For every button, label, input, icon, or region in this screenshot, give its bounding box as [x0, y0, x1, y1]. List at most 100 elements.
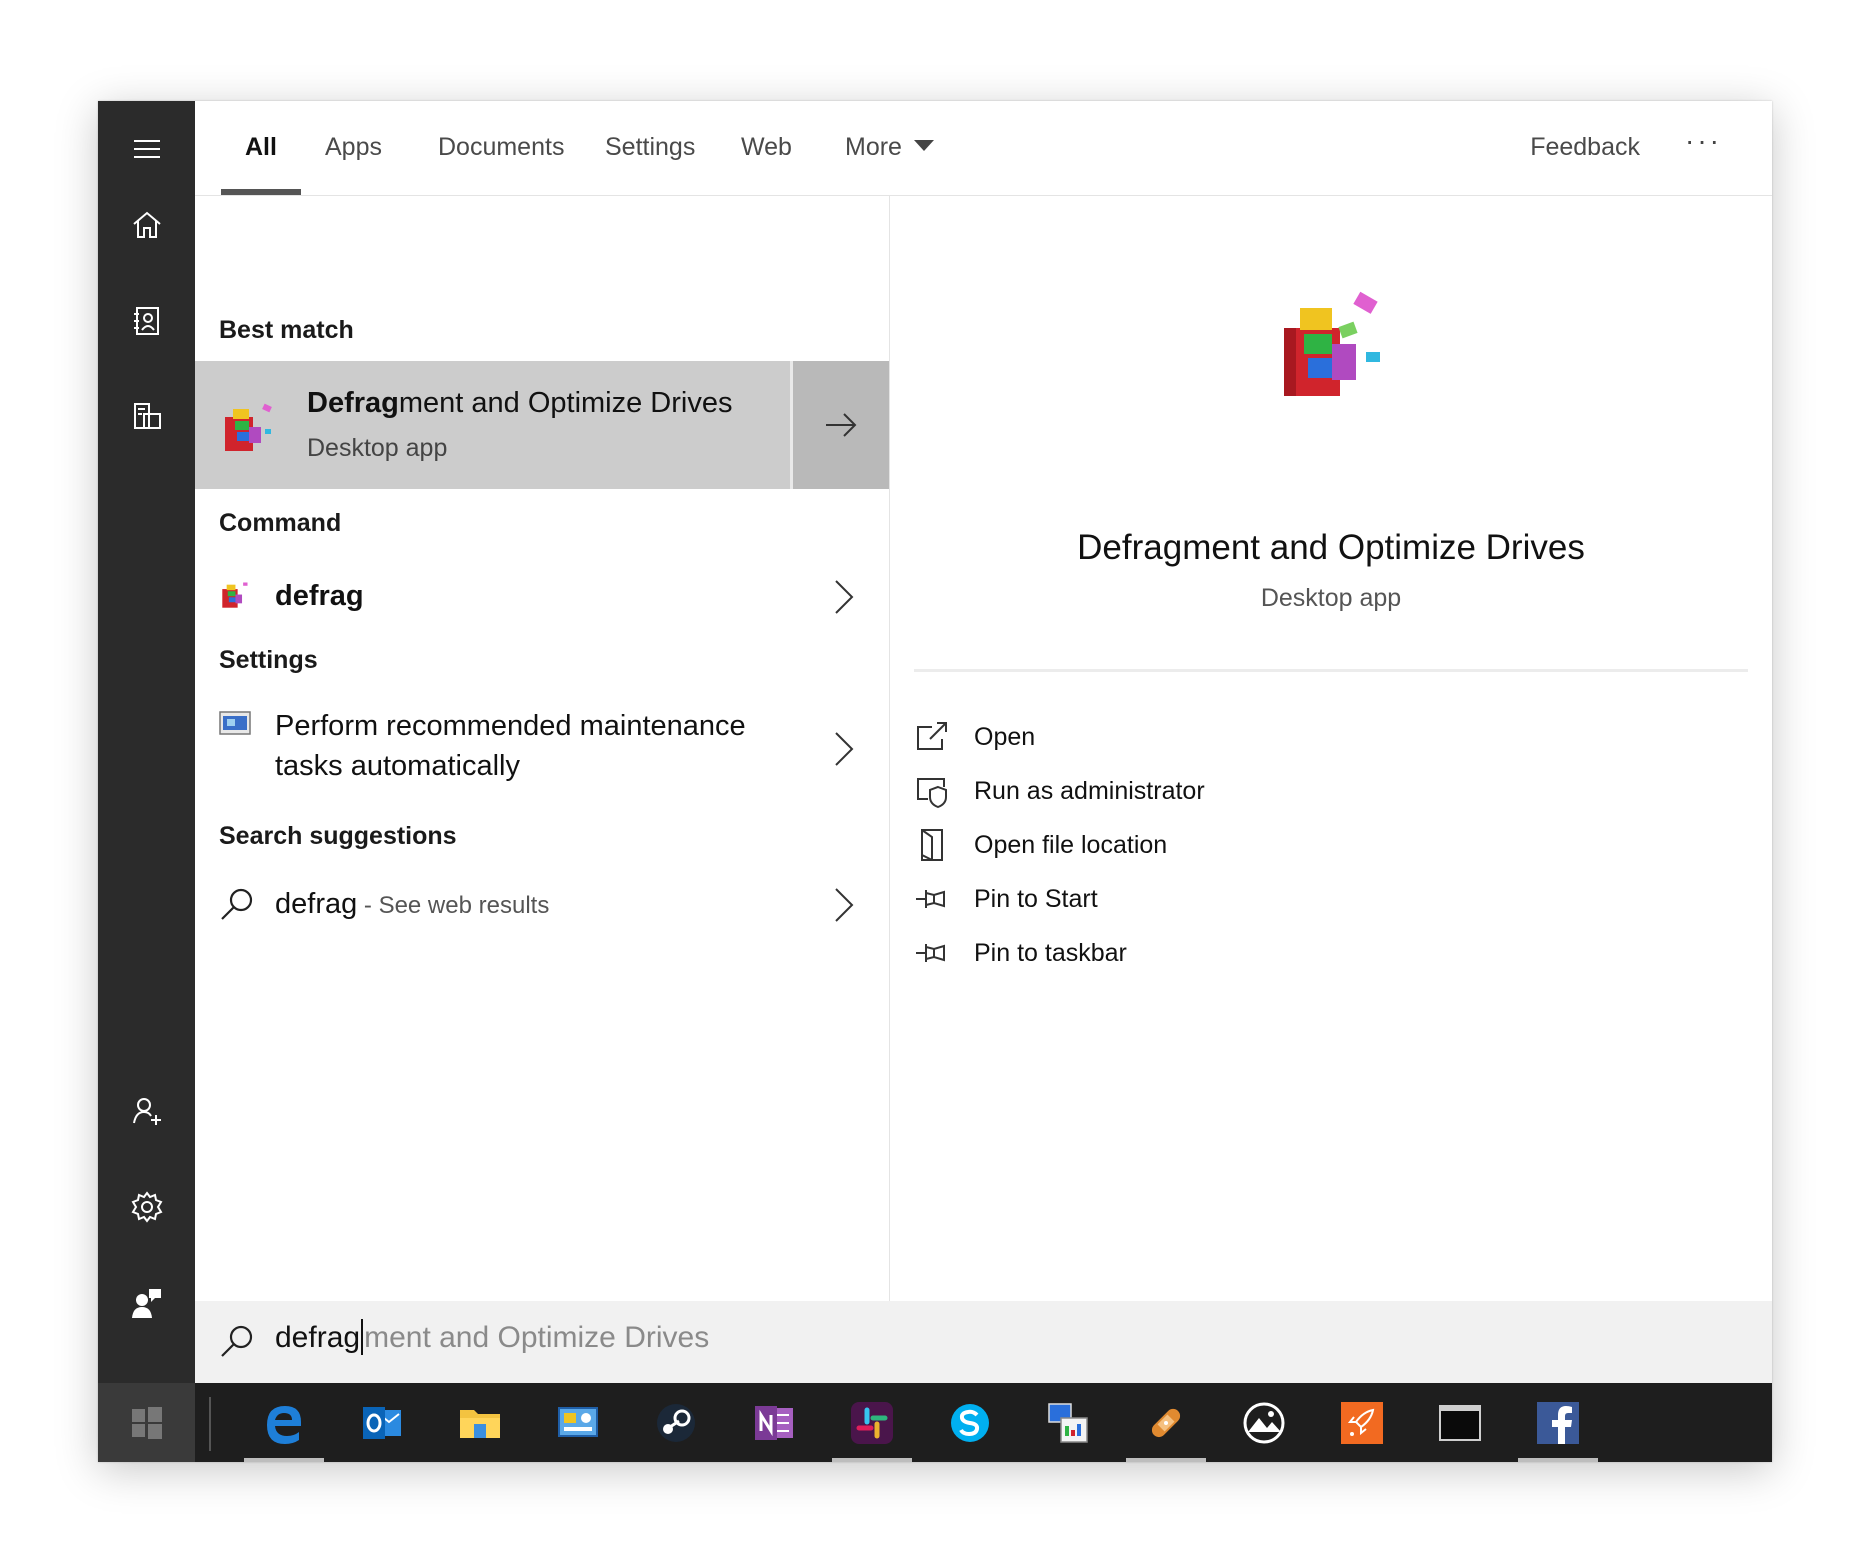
terminal-taskbar-icon[interactable] — [1420, 1383, 1500, 1462]
command-item-label: defrag — [275, 580, 364, 612]
tab-all[interactable]: All — [221, 125, 301, 195]
control-panel-taskbar-icon[interactable] — [538, 1383, 618, 1462]
edge-icon — [267, 1405, 301, 1444]
settings-item-line2: tasks automatically — [275, 750, 520, 782]
action-run-as-admin-label: Run as administrator — [974, 776, 1205, 805]
home-icon[interactable] — [98, 177, 195, 273]
best-match-subtitle: Desktop app — [307, 434, 448, 462]
best-match-item[interactable]: Defragment and Optimize Drives Desktop a… — [195, 361, 787, 489]
tab-more[interactable]: More — [845, 125, 934, 195]
best-match-title-match: Defrag — [307, 387, 399, 419]
text-caret — [361, 1319, 364, 1356]
skype-icon — [951, 1403, 989, 1442]
add-user-icon[interactable] — [98, 1063, 195, 1159]
action-run-as-admin[interactable]: Run as administrator — [914, 764, 1205, 818]
onenote-icon — [755, 1405, 793, 1440]
control-panel-icon — [558, 1406, 598, 1437]
remote-desktop-taskbar-icon[interactable] — [1028, 1383, 1108, 1462]
command-heading: Command — [219, 509, 342, 537]
slack-taskbar-icon[interactable] — [832, 1383, 912, 1462]
best-match-result: Defragment and Optimize Drives Desktop a… — [195, 361, 889, 489]
settings-item-maintenance[interactable]: Perform recommended maintenance tasks au… — [195, 696, 889, 806]
web-suggestion-label: defrag - See web results — [275, 888, 549, 921]
onenote-taskbar-icon[interactable] — [734, 1383, 814, 1462]
preview-pane: Defragment and Optimize Drives Desktop a… — [890, 196, 1772, 1301]
maintenance-settings-icon — [219, 711, 251, 735]
remote-desktop-icon — [1048, 1402, 1088, 1443]
preview-divider — [914, 669, 1748, 672]
expand-preview-button[interactable] — [790, 361, 889, 489]
pin-icon — [916, 944, 945, 962]
action-open-label: Open — [974, 722, 1036, 751]
shield-icon — [917, 778, 947, 809]
defrag-app-icon — [225, 403, 272, 451]
web-suggestion-hint: - See web results — [357, 892, 550, 919]
search-bar[interactable]: defrag ment and Optimize Drives — [195, 1301, 1772, 1383]
tab-apps[interactable]: Apps — [325, 125, 382, 195]
search-suggestions-heading: Search suggestions — [219, 822, 457, 850]
action-open[interactable]: Open — [914, 710, 1035, 764]
web-suggestion-item[interactable]: defrag - See web results — [195, 868, 889, 948]
chevron-right-icon — [835, 888, 854, 922]
facebook-taskbar-icon[interactable] — [1518, 1383, 1598, 1462]
tab-web[interactable]: Web — [741, 125, 792, 195]
gear-icon[interactable] — [98, 1159, 195, 1255]
outlook-icon — [363, 1406, 401, 1439]
command-item-defrag[interactable]: defrag — [195, 558, 889, 638]
steam-icon — [657, 1403, 695, 1442]
action-pin-to-start-label: Pin to Start — [974, 884, 1098, 913]
settings-item-line1: Perform recommended maintenance — [275, 710, 746, 742]
bandage-app-taskbar-icon[interactable] — [1126, 1383, 1206, 1462]
bandage-icon — [1151, 1408, 1181, 1437]
notebook-icon[interactable] — [98, 273, 195, 369]
feedback-link[interactable]: Feedback — [1530, 125, 1640, 169]
running-indicator — [832, 1458, 912, 1462]
defrag-app-icon — [222, 582, 248, 608]
pin-icon — [916, 890, 945, 908]
action-pin-to-taskbar[interactable]: Pin to taskbar — [914, 926, 1127, 980]
rocket-icon — [1341, 1401, 1383, 1444]
web-suggestion-query: defrag — [275, 888, 358, 920]
search-input[interactable]: defrag ment and Optimize Drives — [275, 1319, 710, 1357]
rocket-app-taskbar-icon[interactable] — [1322, 1383, 1402, 1462]
defrag-app-large-icon — [1284, 291, 1380, 396]
folder-icon — [460, 1409, 500, 1438]
best-match-heading: Best match — [219, 316, 354, 344]
skype-taskbar-icon[interactable] — [930, 1383, 1010, 1462]
chevron-right-icon — [835, 580, 854, 614]
tab-more-label: More — [845, 133, 902, 161]
search-icon — [221, 1325, 253, 1357]
steam-taskbar-icon[interactable] — [636, 1383, 716, 1462]
action-open-file-location-label: Open file location — [974, 830, 1168, 859]
terminal-icon — [1439, 1404, 1481, 1441]
photo-studio-icon — [1243, 1402, 1285, 1443]
running-indicator — [1518, 1458, 1598, 1462]
outlook-taskbar-icon[interactable] — [342, 1383, 422, 1462]
search-autocomplete-text: ment and Optimize Drives — [364, 1321, 710, 1354]
feedback-person-icon[interactable] — [98, 1255, 195, 1351]
edge-taskbar-icon[interactable] — [244, 1383, 324, 1462]
start-search-window: All Apps Documents Settings Web More Fee… — [98, 101, 1772, 1462]
file-explorer-taskbar-icon[interactable] — [440, 1383, 520, 1462]
best-match-title: Defragment and Optimize Drives — [307, 387, 732, 420]
tab-documents[interactable]: Documents — [438, 125, 564, 195]
running-indicator — [1126, 1458, 1206, 1462]
action-pin-to-start[interactable]: Pin to Start — [914, 872, 1098, 926]
windows-logo-icon — [131, 1406, 162, 1439]
taskbar-separator — [209, 1397, 211, 1451]
chevron-right-icon — [835, 732, 854, 766]
tab-settings[interactable]: Settings — [605, 125, 695, 195]
more-options-button[interactable]: ··· — [1685, 119, 1722, 163]
action-open-file-location[interactable]: Open file location — [914, 818, 1167, 872]
start-button[interactable] — [98, 1383, 195, 1462]
arrow-right-icon — [826, 413, 857, 437]
file-location-icon — [921, 829, 943, 861]
zoner-photo-taskbar-icon[interactable] — [1224, 1383, 1304, 1462]
scope-tabs: All Apps Documents Settings Web More Fee… — [195, 101, 1772, 196]
preview-title: Defragment and Optimize Drives — [1077, 528, 1585, 567]
facebook-icon — [1537, 1401, 1579, 1444]
settings-heading: Settings — [219, 646, 318, 674]
devices-icon[interactable] — [98, 369, 195, 465]
slack-icon — [851, 1401, 893, 1444]
results-pane: Best match Defragment and Optimize Drive… — [195, 196, 890, 1301]
